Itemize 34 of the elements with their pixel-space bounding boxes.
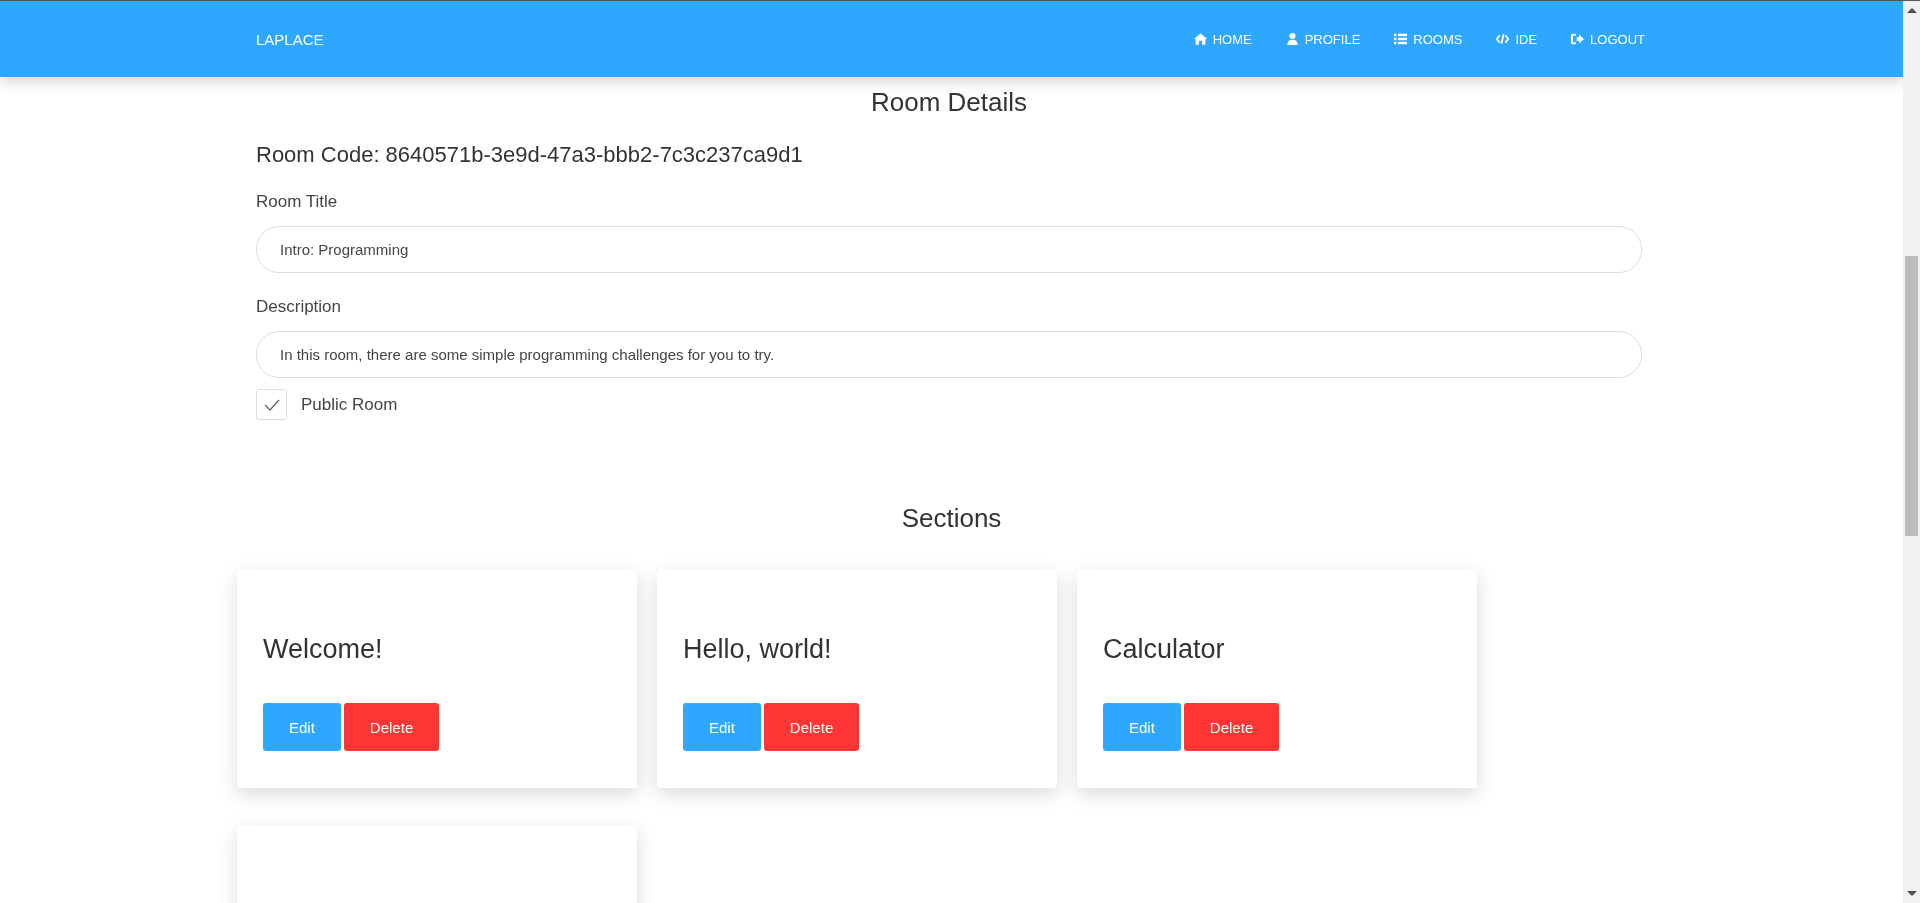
check-icon — [263, 398, 280, 411]
title-input[interactable]: Intro: Programming — [256, 226, 1642, 273]
scroll-up-icon[interactable] — [1906, 8, 1917, 13]
delete-button[interactable]: Delete — [763, 703, 860, 751]
scrollbar-thumb[interactable] — [1905, 256, 1918, 536]
checkbox-label: Public Room — [301, 394, 398, 415]
nav-link[interactable]: LOGOUT — [1571, 31, 1645, 47]
user-icon — [1285, 33, 1299, 45]
card-title: Hello, world! — [683, 634, 833, 665]
scrollbar[interactable] — [1903, 1, 1920, 903]
delete-button[interactable]: Delete — [1183, 703, 1280, 751]
edit-button[interactable]: Edit — [263, 703, 341, 751]
description-input[interactable]: In this room, there are some simple programming challenges for you to try. — [256, 331, 1642, 378]
code-icon — [1496, 33, 1510, 45]
brand-link[interactable]: LAPLACE — [256, 30, 324, 48]
nav-link[interactable]: ROOMS — [1394, 31, 1463, 47]
home-icon — [1193, 33, 1207, 45]
checkbox[interactable] — [256, 389, 287, 420]
section-heading: Sections — [900, 503, 1003, 534]
nav-link[interactable]: IDE — [1496, 31, 1538, 47]
nav-link[interactable]: PROFILE — [1285, 31, 1361, 47]
nav-link[interactable]: HOME — [1193, 31, 1252, 47]
list-icon — [1394, 33, 1408, 45]
room-code: Room Code: 8640571b-3e9d-47a3-bbb2-7c3c237ca9d1 — [256, 142, 804, 168]
page-heading: Room Details — [869, 87, 1029, 118]
card-title: Welcome! — [263, 634, 384, 665]
field-label: Room Title — [256, 192, 339, 212]
field-label: Description — [256, 297, 343, 317]
scroll-down-icon[interactable] — [1906, 891, 1917, 896]
card-title: Calculator — [1103, 634, 1226, 665]
delete-button[interactable]: Delete — [343, 703, 440, 751]
edit-button[interactable]: Edit — [1103, 703, 1181, 751]
edit-button[interactable]: Edit — [683, 703, 761, 751]
sign-out-icon — [1571, 33, 1585, 45]
